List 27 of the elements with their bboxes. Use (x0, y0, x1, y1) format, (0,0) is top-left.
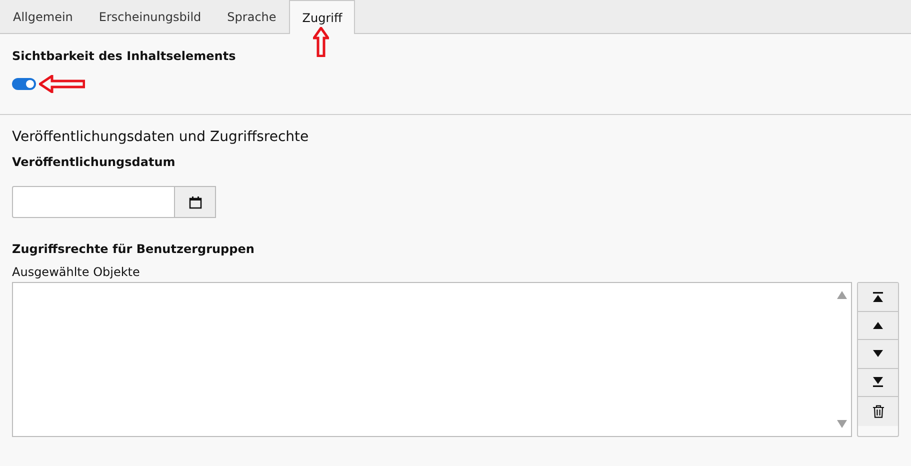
field-label: Zugriffsrechte für Benutzergruppen (12, 242, 256, 256)
move-up-icon (873, 322, 883, 329)
section-title: Veröffentlichungsdaten und Zugriffsrechte (12, 129, 310, 145)
move-down-button[interactable] (858, 340, 898, 368)
calendar-icon (188, 196, 202, 208)
arrow-annotation-icon (313, 27, 330, 57)
list-label: Ausgewählte Objekte (12, 265, 141, 279)
tab[interactable]: Allgemein (0, 0, 86, 33)
date-input-field[interactable] (12, 186, 175, 218)
field-label: Veröffentlichungsdatum (12, 155, 176, 169)
tab[interactable]: Erscheinungsbild (86, 0, 214, 33)
visibility-toggle[interactable] (12, 78, 36, 90)
scroll-down-icon (837, 420, 847, 428)
move-bottom-button[interactable] (858, 368, 898, 397)
tab[interactable]: Zugriff (289, 0, 356, 34)
move-bottom-icon (873, 377, 883, 388)
move-top-icon (873, 292, 883, 302)
delete-button[interactable] (858, 397, 898, 426)
tab[interactable]: Sprache (214, 0, 290, 33)
field-label: Sichtbarkeit des Inhaltselements (12, 49, 237, 63)
scroll-up-icon (837, 291, 847, 299)
calendar-button[interactable] (175, 186, 216, 218)
move-top-button[interactable] (858, 283, 898, 312)
arrow-annotation-icon (39, 75, 85, 93)
trash-icon (872, 404, 884, 418)
move-down-icon (873, 350, 883, 358)
move-up-button[interactable] (858, 312, 898, 340)
